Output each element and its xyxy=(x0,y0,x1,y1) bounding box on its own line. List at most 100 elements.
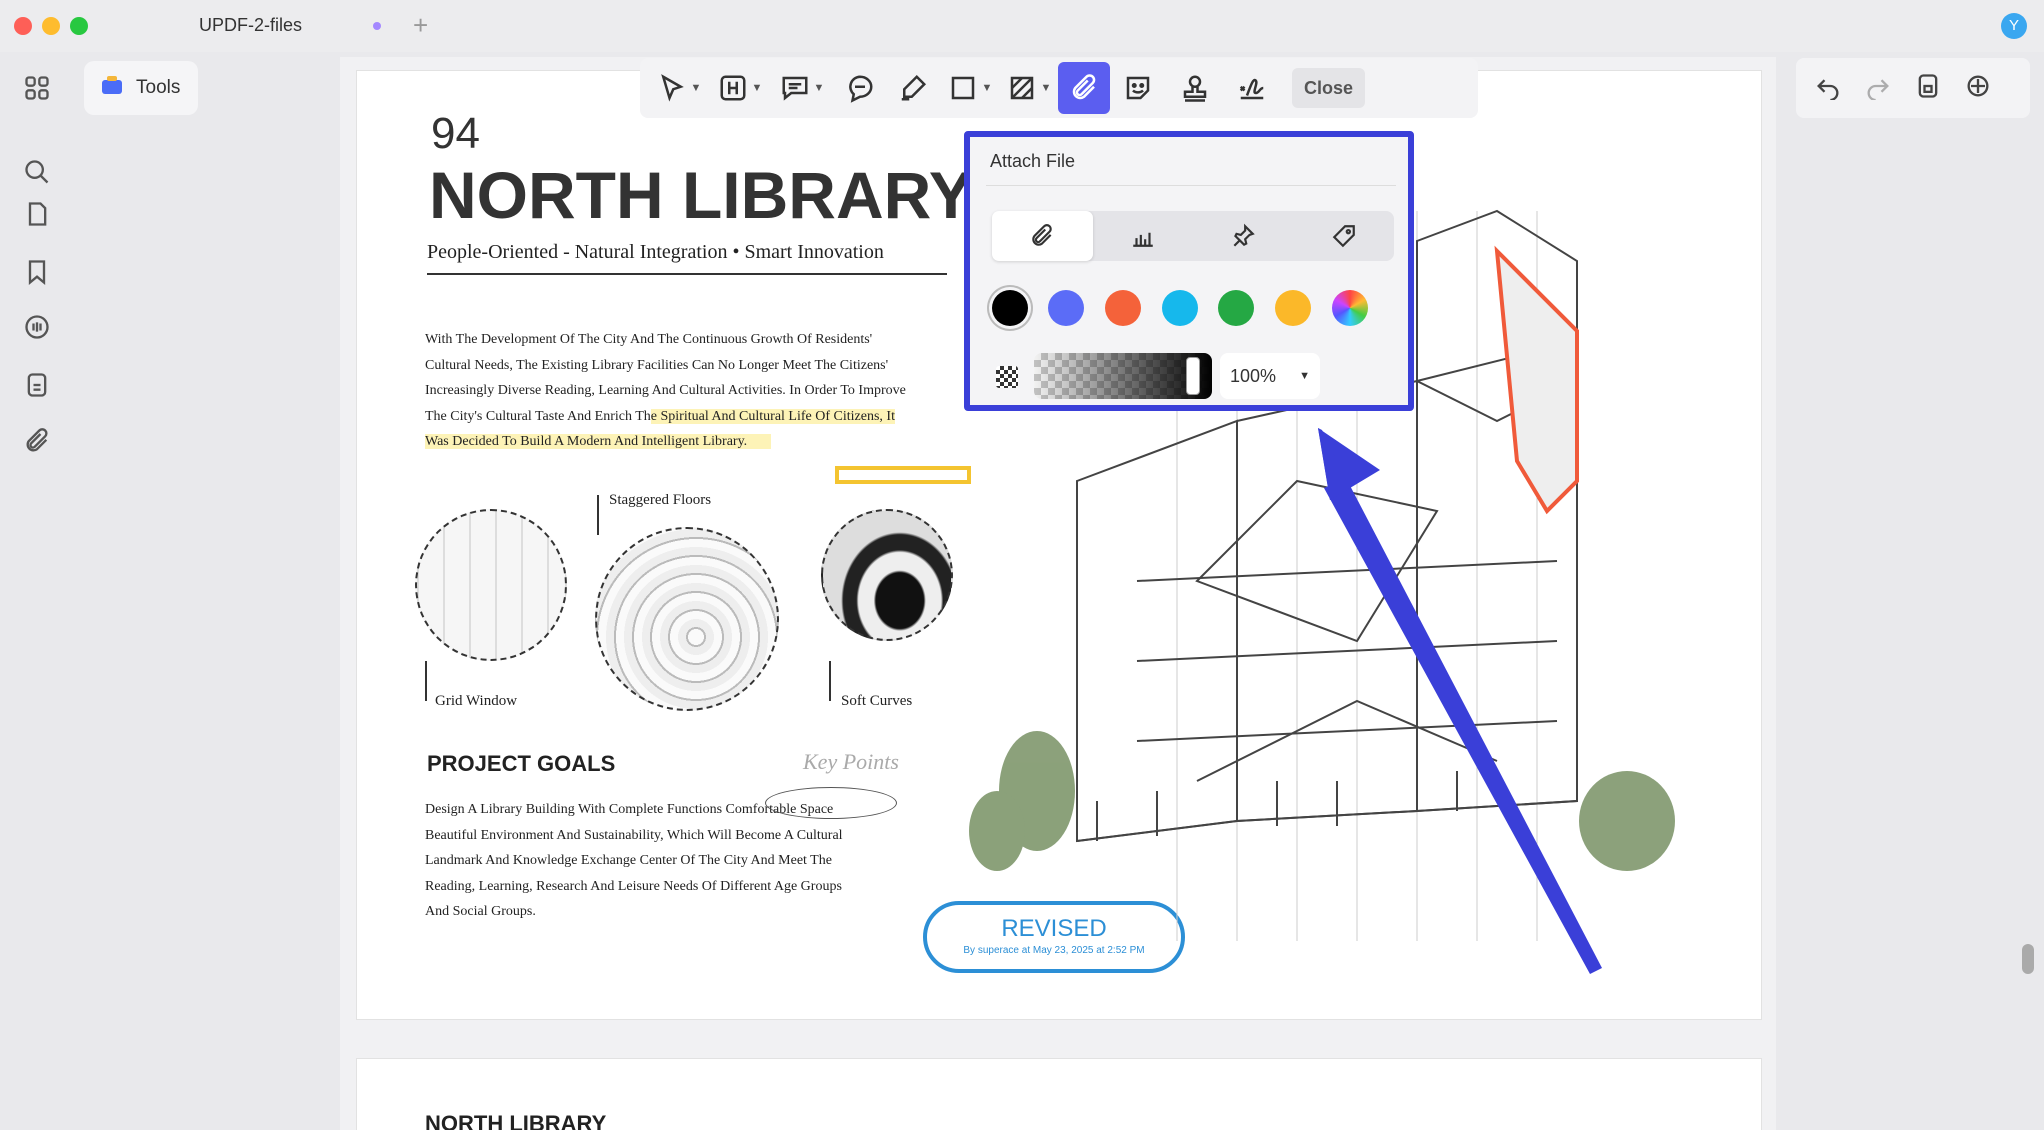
document-subtitle: People-Oriented - Natural Integration • … xyxy=(427,241,884,263)
color-swatch-blue[interactable] xyxy=(1048,290,1084,326)
highlighter-icon xyxy=(901,74,927,101)
caption-soft-curves: Soft Curves xyxy=(841,693,913,709)
popup-divider xyxy=(986,185,1396,186)
intro-line: The City's Cultural Taste And Enrich The… xyxy=(425,408,895,424)
redo-icon[interactable] xyxy=(1864,72,1892,105)
paperclip-icon xyxy=(1072,74,1096,100)
goals-line: Design A Library Building With Complete … xyxy=(425,802,834,817)
minimize-window-button[interactable] xyxy=(42,17,60,35)
history-toolbar xyxy=(1796,58,2030,118)
pages-icon[interactable] xyxy=(21,198,53,230)
pdf-page-2: NORTH LIBRARY xyxy=(356,1058,1762,1130)
search-icon[interactable] xyxy=(21,156,53,188)
close-window-button[interactable] xyxy=(14,17,32,35)
caption-staggered-floors: Staggered Floors xyxy=(609,492,712,508)
intro-paragraph: With The Development Of The City And The… xyxy=(425,327,985,455)
color-swatch-black[interactable] xyxy=(992,290,1028,326)
tag-icon[interactable] xyxy=(1294,211,1395,261)
rectangle-icon xyxy=(951,76,974,100)
zoom-window-button[interactable] xyxy=(70,17,88,35)
ai-assistant-icon[interactable] xyxy=(1964,72,1992,105)
caption-leader xyxy=(597,495,599,535)
intro-line: Increasingly Diverse Reading, Learning A… xyxy=(425,383,906,398)
goals-paragraph: Design A Library Building With Complete … xyxy=(425,797,985,925)
comment-tool[interactable]: ▼ xyxy=(770,62,834,114)
caption-grid-window: Grid Window xyxy=(435,693,518,709)
hatch-tool[interactable]: ▼ xyxy=(1000,62,1058,114)
highlighter-tool[interactable] xyxy=(886,62,940,114)
undo-icon[interactable] xyxy=(1814,72,1842,105)
save-icon[interactable] xyxy=(1914,72,1942,105)
paperclip-icon[interactable] xyxy=(992,211,1093,261)
pushpin-icon[interactable] xyxy=(1193,211,1294,261)
color-picker-rainbow[interactable] xyxy=(1332,290,1368,326)
intro-line: Cultural Needs, The Existing Library Fac… xyxy=(425,357,889,373)
stamp-icon xyxy=(1183,75,1207,102)
vertical-scrollbar[interactable] xyxy=(2022,944,2034,974)
comment-icon[interactable] xyxy=(21,311,53,343)
graph-icon[interactable] xyxy=(1093,211,1194,261)
color-swatch-yellow[interactable] xyxy=(1275,290,1311,326)
icon-style-selector xyxy=(992,211,1394,261)
document-tab[interactable]: UPDF-2-files xyxy=(199,15,302,36)
rectangle-tool[interactable]: ▼ xyxy=(940,62,1000,114)
close-button[interactable]: Close xyxy=(1292,68,1366,108)
unsaved-dot xyxy=(373,22,381,30)
caption-leader xyxy=(425,661,427,701)
intro-line: Was Decided To Build A Modern And Intell… xyxy=(425,429,985,455)
form-icon[interactable] xyxy=(21,369,53,401)
key-points-label: Key Points xyxy=(803,749,899,774)
pointer-icon xyxy=(660,74,684,102)
note-icon xyxy=(782,76,808,101)
goals-line: And Social Groups. xyxy=(425,904,536,919)
pointer-arrow xyxy=(1318,428,1602,974)
color-swatch-orange[interactable] xyxy=(1105,290,1141,326)
annotation-toolbar: ▼ ▼ ▼ ▼ ▼ Close xyxy=(640,58,1478,118)
highlight-mark[interactable]: Was Decided To Build A Modern And Intell… xyxy=(425,434,772,449)
page2-title: NORTH LIBRARY xyxy=(425,1111,607,1130)
text-comment-tool[interactable] xyxy=(834,62,886,114)
signature-tool[interactable] xyxy=(1224,62,1280,114)
sticker-tool[interactable] xyxy=(1110,62,1166,114)
intro-line: With The Development Of The City And The… xyxy=(425,332,873,347)
speech-bubble-icon xyxy=(849,75,873,103)
project-goals-heading: PROJECT GOALS xyxy=(427,751,616,776)
title-bar: UPDF-2-files + Y xyxy=(0,0,2044,52)
attachment-icon[interactable] xyxy=(21,425,53,457)
popup-title: Attach File xyxy=(990,151,1076,171)
ellipse-annotation[interactable] xyxy=(765,787,897,819)
bookmark-icon[interactable] xyxy=(21,256,53,288)
opacity-icon xyxy=(996,366,1018,388)
tools-button[interactable]: Tools xyxy=(84,61,198,115)
sticker-icon xyxy=(1126,76,1150,100)
toolbox-icon xyxy=(100,73,124,103)
grid-window-image xyxy=(415,509,567,661)
grid-icon[interactable] xyxy=(21,72,53,104)
signature-icon xyxy=(1239,78,1264,100)
document-title: NORTH LIBRARY xyxy=(429,158,973,232)
heading-tool[interactable]: ▼ xyxy=(710,62,770,114)
opacity-dropdown[interactable]: 100% ▼ xyxy=(1220,353,1320,399)
staggered-floors-image xyxy=(595,527,779,711)
highlight-mark[interactable]: e Spiritual And Cultural Life Of Citizen… xyxy=(650,408,895,424)
soft-curves-image xyxy=(821,509,953,641)
goals-line: Beautiful Environment And Sustainability… xyxy=(425,827,843,843)
add-tab-button[interactable]: + xyxy=(413,10,428,40)
title-underline xyxy=(427,273,947,275)
hatch-icon xyxy=(1010,76,1033,100)
chevron-down-icon: ▼ xyxy=(1299,370,1310,382)
page-number: 94 xyxy=(431,109,480,158)
color-swatch-cyan[interactable] xyxy=(1162,290,1198,326)
select-tool[interactable]: ▼ xyxy=(648,62,710,114)
attach-tool[interactable] xyxy=(1058,62,1110,114)
caption-leader xyxy=(829,661,831,701)
heading-icon xyxy=(720,75,746,101)
avatar[interactable]: Y xyxy=(2001,13,2027,39)
goals-line: Reading, Learning, Research And Leisure … xyxy=(425,878,842,894)
tools-label: Tools xyxy=(136,77,181,98)
color-swatch-green[interactable] xyxy=(1218,290,1254,326)
stamp-subtitle: By superace at May 23, 2025 at 2:52 PM xyxy=(963,945,1145,956)
opacity-value: 100% xyxy=(1230,365,1277,386)
opacity-slider-handle[interactable] xyxy=(1186,357,1200,395)
stamp-tool[interactable] xyxy=(1166,62,1224,114)
